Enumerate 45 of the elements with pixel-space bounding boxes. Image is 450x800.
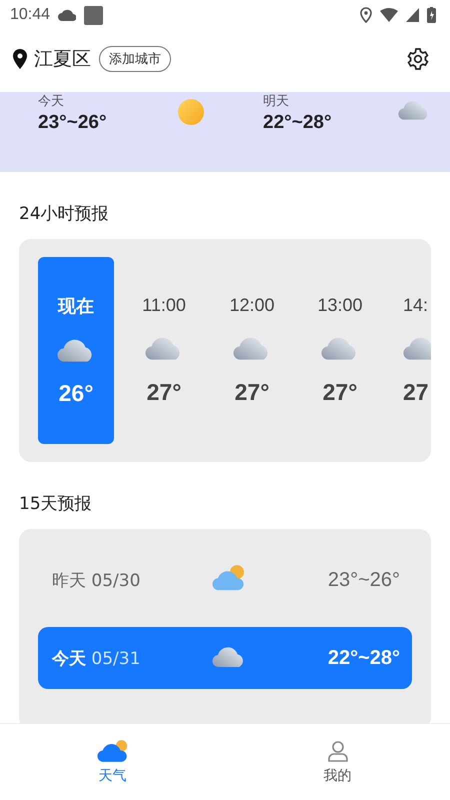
sun-icon bbox=[177, 98, 205, 126]
tab-item[interactable]: 天气 bbox=[0, 724, 225, 800]
notification-icon bbox=[84, 6, 104, 24]
hour-temperature: 27 bbox=[403, 378, 429, 406]
location-name: 江夏区 bbox=[34, 47, 91, 72]
hour-time: 现在 bbox=[58, 294, 94, 318]
settings-icon[interactable] bbox=[406, 47, 430, 71]
temperature-range: 23°~26° bbox=[328, 568, 400, 592]
hour-time: 12:00 bbox=[229, 295, 275, 316]
temperature-range: 22°~28° bbox=[328, 646, 400, 670]
battery-icon bbox=[427, 7, 436, 23]
person-icon bbox=[326, 739, 350, 763]
hour-temperature: 26° bbox=[58, 380, 94, 408]
tab-item[interactable]: 我的 bbox=[225, 724, 450, 800]
day-row[interactable]: 今天 05/31 22°~28° bbox=[38, 627, 412, 689]
section-title: 24小时预报 bbox=[19, 203, 110, 225]
partly-cloudy-icon bbox=[212, 564, 246, 592]
status-time: 10:44 bbox=[10, 6, 50, 24]
location-icon bbox=[360, 7, 372, 23]
add-city-button[interactable]: 添加城市 bbox=[99, 46, 171, 72]
cloud-icon bbox=[398, 98, 430, 120]
day-row[interactable]: 昨天 05/30 23°~26° bbox=[38, 549, 412, 611]
section-title: 15天预报 bbox=[19, 493, 93, 515]
wifi-icon bbox=[380, 8, 398, 22]
weather-icon bbox=[96, 739, 128, 763]
cloud-icon bbox=[58, 9, 76, 21]
hour-temperature: 27° bbox=[234, 378, 270, 406]
temperature-range: 23°~26° bbox=[38, 112, 108, 134]
location-pin-icon bbox=[12, 49, 28, 69]
hour-temperature: 27° bbox=[322, 378, 358, 406]
hour-time: 13:00 bbox=[317, 295, 363, 316]
signal-icon bbox=[406, 8, 419, 22]
hour-item[interactable]: 12:00 27° bbox=[214, 257, 290, 444]
hour-item[interactable]: 现在 26° bbox=[38, 257, 114, 444]
hour-temperature: 27° bbox=[146, 378, 182, 406]
hour-time: 14: bbox=[403, 295, 428, 316]
hour-item[interactable]: 14: 27 bbox=[390, 257, 431, 444]
day-name: 昨天 05/30 bbox=[52, 570, 142, 592]
day-label: 今天 bbox=[38, 93, 65, 110]
hour-item[interactable]: 13:00 27° bbox=[302, 257, 378, 444]
hour-item[interactable]: 11:00 27° bbox=[126, 257, 202, 444]
day-label: 明天 bbox=[263, 93, 290, 110]
hour-time: 11:00 bbox=[142, 295, 186, 316]
day-name: 今天 05/31 bbox=[52, 648, 142, 670]
temperature-range: 22°~28° bbox=[263, 112, 333, 134]
